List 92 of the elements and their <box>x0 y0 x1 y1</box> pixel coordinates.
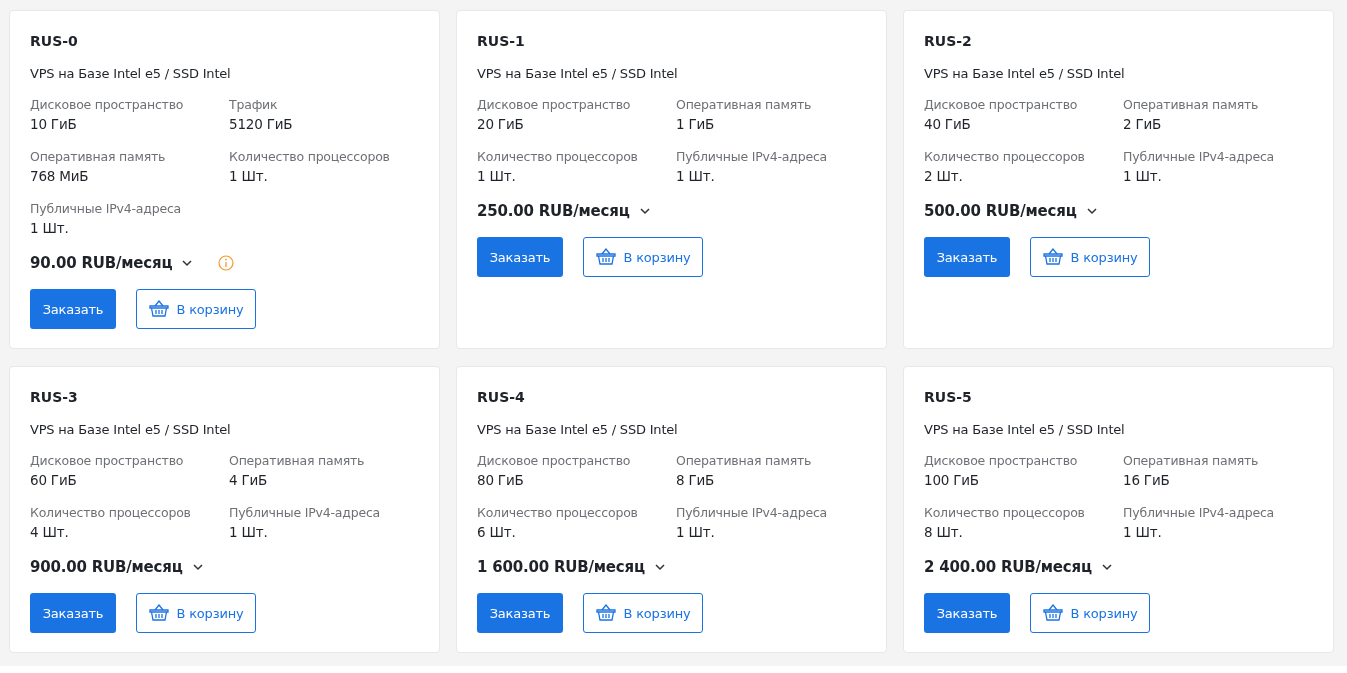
plan-description: VPS на Базе Intel e5 / SSD Intel <box>30 65 232 83</box>
chevron-down-icon[interactable] <box>654 562 665 572</box>
spec-value: 60 ГиБ <box>30 471 78 490</box>
spec-label: Публичные IPv4-адреса <box>1123 504 1276 522</box>
spec-value: 6 Шт. <box>477 523 517 542</box>
price-text: 250.00 RUB/месяц <box>477 202 630 220</box>
spec-value: 1 Шт. <box>30 219 70 238</box>
spec-value: 100 ГиБ <box>924 471 980 490</box>
spec-label: Количество процессоров <box>30 504 192 522</box>
price-text: 900.00 RUB/месяц <box>30 558 183 576</box>
plan-title: RUS-3 <box>30 388 79 407</box>
spec-value: 2 Шт. <box>924 167 964 186</box>
spec-label: Оперативная память <box>30 148 167 166</box>
spec-label: Количество процессоров <box>924 148 1086 166</box>
order-button[interactable]: Заказать <box>30 593 116 633</box>
chevron-down-icon[interactable] <box>1101 562 1112 572</box>
order-button[interactable]: Заказать <box>477 237 563 277</box>
basket-icon <box>1042 604 1063 622</box>
plan-title: RUS-2 <box>924 32 973 51</box>
spec-value: 8 ГиБ <box>676 471 716 490</box>
spec-value: 1 Шт. <box>229 523 269 542</box>
spec-label: Дисковое пространство <box>30 452 185 470</box>
spec-label: Дисковое пространство <box>30 96 185 114</box>
plan-title: RUS-0 <box>30 32 79 51</box>
spec-value: 1 Шт. <box>1123 167 1163 186</box>
plan-title: RUS-5 <box>924 388 973 407</box>
spec-value: 4 ГиБ <box>229 471 269 490</box>
price-text: 2 400.00 RUB/месяц <box>924 558 1092 576</box>
order-button[interactable]: Заказать <box>30 289 116 329</box>
plan-description: VPS на Базе Intel e5 / SSD Intel <box>30 421 232 439</box>
spec-label: Оперативная память <box>1123 96 1260 114</box>
spec-value: 80 ГиБ <box>477 471 525 490</box>
plan-title: RUS-1 <box>477 32 526 51</box>
basket-icon <box>595 248 616 266</box>
spec-label: Дисковое пространство <box>477 96 632 114</box>
spec-label: Дисковое пространство <box>924 452 1079 470</box>
spec-label: Количество процессоров <box>477 148 639 166</box>
spec-value: 1 Шт. <box>676 167 716 186</box>
spec-value: 40 ГиБ <box>924 115 972 134</box>
spec-label: Публичные IPv4-адреса <box>229 504 382 522</box>
spec-value: 2 ГиБ <box>1123 115 1163 134</box>
basket-icon <box>1042 248 1063 266</box>
chevron-down-icon[interactable] <box>182 258 193 268</box>
spec-label: Публичные IPv4-адреса <box>30 200 183 218</box>
spec-value: 1 Шт. <box>1123 523 1163 542</box>
order-button[interactable]: Заказать <box>477 593 563 633</box>
plan-description: VPS на Базе Intel e5 / SSD Intel <box>924 421 1126 439</box>
basket-icon <box>595 604 616 622</box>
spec-label: Оперативная память <box>1123 452 1260 470</box>
plan-description: VPS на Базе Intel e5 / SSD Intel <box>924 65 1126 83</box>
spec-label: Количество процессоров <box>924 504 1086 522</box>
add-to-cart-button[interactable]: В корзину <box>136 289 256 329</box>
spec-value: 20 ГиБ <box>477 115 525 134</box>
spec-label: Количество процессоров <box>477 504 639 522</box>
spec-label: Дисковое пространство <box>924 96 1079 114</box>
plan-title: RUS-4 <box>477 388 526 407</box>
spec-label: Публичные IPv4-адреса <box>676 504 829 522</box>
spec-label: Публичные IPv4-адреса <box>676 148 829 166</box>
spec-value: 16 ГиБ <box>1123 471 1171 490</box>
order-button[interactable]: Заказать <box>924 593 1010 633</box>
spec-label: Количество процессоров <box>229 148 391 166</box>
spec-label: Оперативная память <box>676 96 813 114</box>
order-button[interactable]: Заказать <box>924 237 1010 277</box>
price-text: 500.00 RUB/месяц <box>924 202 1077 220</box>
plan-description: VPS на Базе Intel e5 / SSD Intel <box>477 65 679 83</box>
spec-value: 4 Шт. <box>30 523 70 542</box>
spec-value: 1 Шт. <box>229 167 269 186</box>
basket-icon <box>148 300 169 318</box>
spec-value: 10 ГиБ <box>30 115 78 134</box>
spec-label: Оперативная память <box>229 452 366 470</box>
add-to-cart-button[interactable]: В корзину <box>136 593 256 633</box>
price-text: 90.00 RUB/месяц <box>30 254 173 272</box>
spec-label: Трафик <box>229 96 279 114</box>
chevron-down-icon[interactable] <box>1086 206 1097 216</box>
spec-label: Дисковое пространство <box>477 452 632 470</box>
spec-value: 1 Шт. <box>676 523 716 542</box>
add-to-cart-button[interactable]: В корзину <box>583 593 703 633</box>
spec-value: 768 МиБ <box>30 167 90 186</box>
spec-value: 8 Шт. <box>924 523 964 542</box>
price-text: 1 600.00 RUB/месяц <box>477 558 645 576</box>
spec-label: Публичные IPv4-адреса <box>1123 148 1276 166</box>
spec-value: 1 Шт. <box>477 167 517 186</box>
add-to-cart-button[interactable]: В корзину <box>583 237 703 277</box>
add-to-cart-button[interactable]: В корзину <box>1030 593 1150 633</box>
plan-description: VPS на Базе Intel e5 / SSD Intel <box>477 421 679 439</box>
add-to-cart-button[interactable]: В корзину <box>1030 237 1150 277</box>
spec-label: Оперативная память <box>676 452 813 470</box>
basket-icon <box>148 604 169 622</box>
chevron-down-icon[interactable] <box>192 562 203 572</box>
spec-value: 5120 ГиБ <box>229 115 294 134</box>
spec-value: 1 ГиБ <box>676 115 716 134</box>
chevron-down-icon[interactable] <box>639 206 650 216</box>
